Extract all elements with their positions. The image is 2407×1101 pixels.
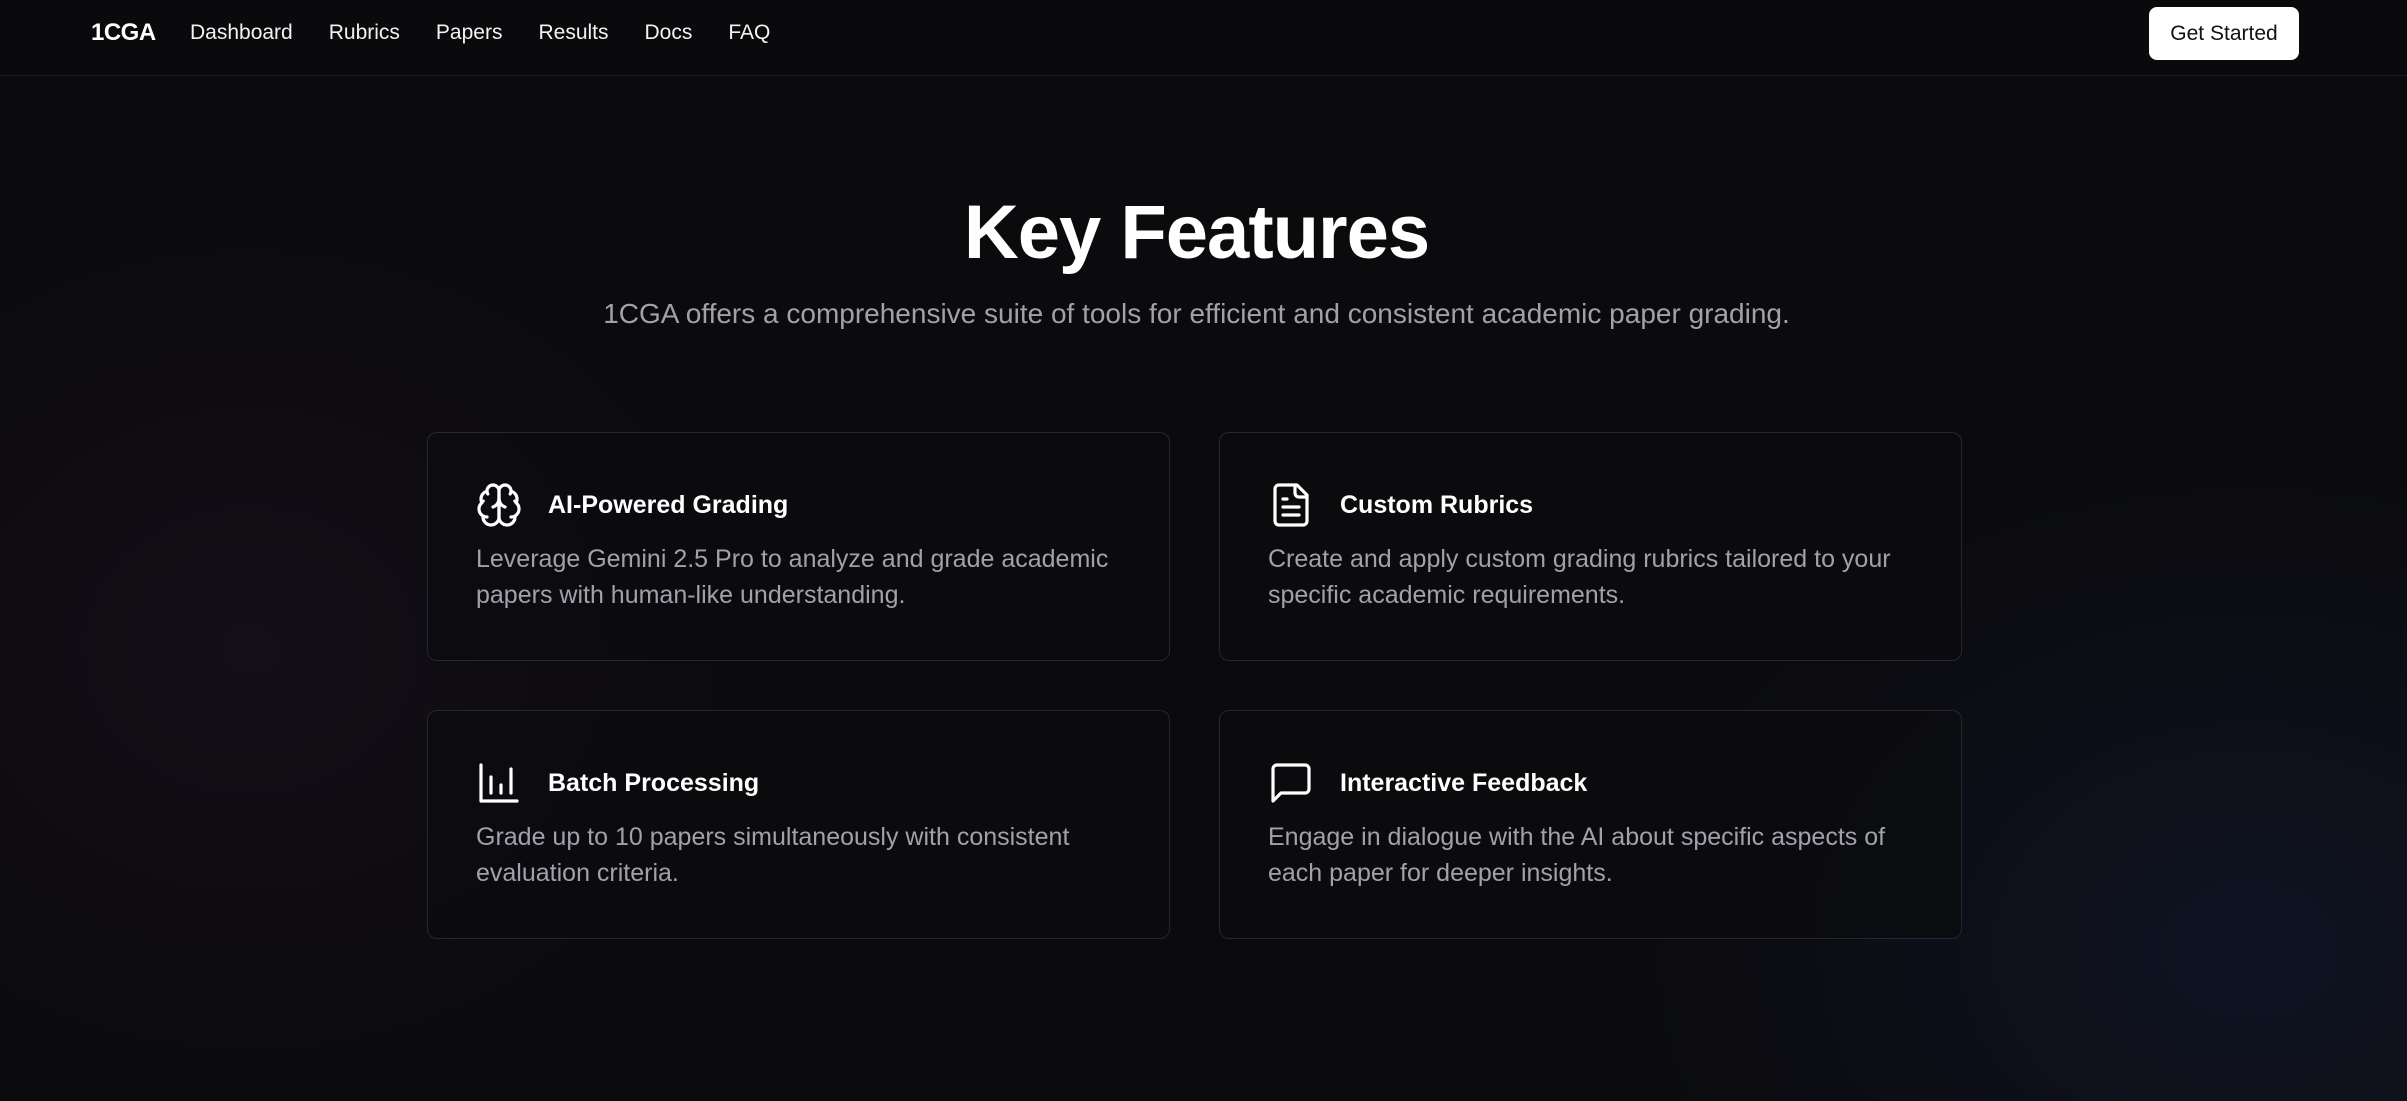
page-title: Key Features bbox=[963, 190, 1430, 275]
nav-link-faq[interactable]: FAQ bbox=[728, 19, 770, 47]
feature-card-interactive-feedback: Interactive Feedback Engage in dialogue … bbox=[1219, 710, 1962, 939]
feature-description: Leverage Gemini 2.5 Pro to analyze and g… bbox=[476, 545, 1109, 609]
nav-link-dashboard[interactable]: Dashboard bbox=[190, 19, 293, 47]
feature-title: Interactive Feedback bbox=[1340, 769, 1588, 797]
get-started-button[interactable]: Get Started bbox=[2149, 7, 2299, 60]
feature-title: Custom Rubrics bbox=[1340, 491, 1534, 519]
document-icon bbox=[1267, 481, 1315, 529]
bar-chart-icon bbox=[475, 759, 523, 807]
feature-description: Create and apply custom grading rubrics … bbox=[1268, 545, 1891, 609]
feature-title: AI-Powered Grading bbox=[548, 491, 789, 519]
feature-description: Grade up to 10 papers simultaneously wit… bbox=[476, 823, 1070, 887]
brain-icon bbox=[475, 481, 523, 529]
nav-link-results[interactable]: Results bbox=[538, 19, 608, 47]
brand-logo[interactable]: 1CGA bbox=[91, 19, 156, 47]
message-square-icon bbox=[1267, 759, 1315, 807]
nav-link-rubrics[interactable]: Rubrics bbox=[329, 19, 400, 47]
feature-card-custom-rubrics: Custom Rubrics Create and apply custom g… bbox=[1219, 432, 1962, 661]
feature-description: Engage in dialogue with the AI about spe… bbox=[1268, 823, 1886, 887]
top-navbar: 1CGA Dashboard Rubrics Papers Results Do… bbox=[0, 0, 2407, 76]
feature-title: Batch Processing bbox=[548, 769, 760, 797]
page: 1CGA Dashboard Rubrics Papers Results Do… bbox=[0, 0, 2407, 1101]
nav-link-papers[interactable]: Papers bbox=[436, 19, 503, 47]
feature-card-ai-grading: AI-Powered Grading Leverage Gemini 2.5 P… bbox=[427, 432, 1170, 661]
feature-card-batch-processing: Batch Processing Grade up to 10 papers s… bbox=[427, 710, 1170, 939]
nav-links: Dashboard Rubrics Papers Results Docs FA… bbox=[190, 19, 806, 47]
page-subtitle: 1CGA offers a comprehensive suite of too… bbox=[603, 298, 1790, 329]
nav-link-docs[interactable]: Docs bbox=[645, 19, 693, 47]
